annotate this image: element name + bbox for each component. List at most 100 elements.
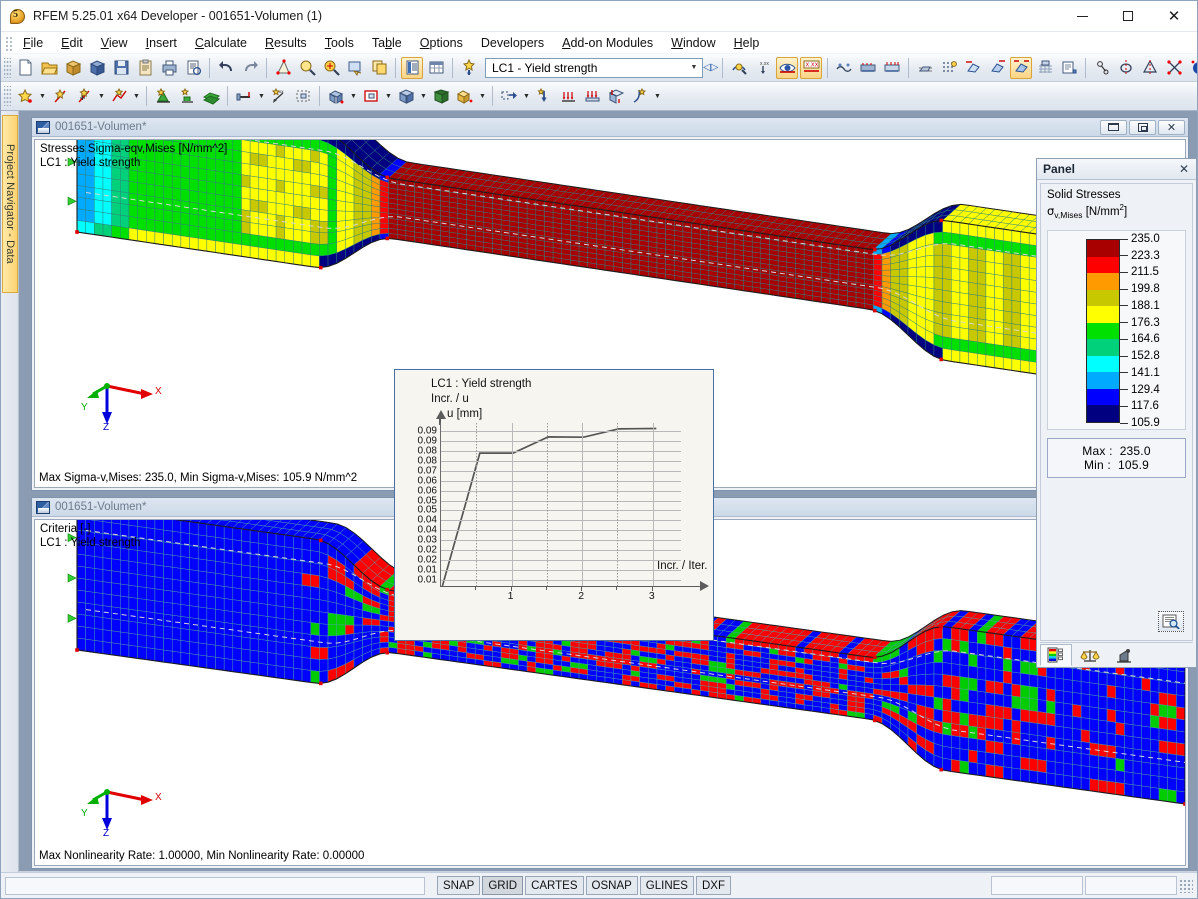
surface-icon[interactable] xyxy=(200,85,222,107)
toolbar-grip-2[interactable] xyxy=(4,86,11,106)
imperfection-icon[interactable] xyxy=(629,85,651,107)
menu-window[interactable]: Window xyxy=(662,34,724,52)
node-icon[interactable] xyxy=(14,85,36,107)
solid-block-icon[interactable] xyxy=(430,85,452,107)
view-tab[interactable] xyxy=(1108,644,1140,666)
print-preview-icon[interactable] xyxy=(158,57,180,79)
opening-icon[interactable] xyxy=(360,85,382,107)
result-numbers-icon[interactable]: X.XX xyxy=(800,57,822,79)
sections2-icon[interactable] xyxy=(881,57,903,79)
mesh-icon[interactable] xyxy=(914,57,936,79)
status-toggle-snap[interactable]: SNAP xyxy=(437,876,480,895)
solid-set-dropdown-arrow[interactable]: ▼ xyxy=(477,85,488,107)
snap-node-icon[interactable] xyxy=(1091,57,1113,79)
support-icon[interactable] xyxy=(152,85,174,107)
zoom-icon[interactable] xyxy=(296,57,318,79)
previous-loadcase-button[interactable]: ◁ xyxy=(703,58,711,78)
dim-line-icon[interactable] xyxy=(73,85,95,107)
resize-grip-icon[interactable] xyxy=(1179,879,1193,893)
zoom-scale-icon[interactable] xyxy=(1158,611,1184,632)
menu-developers[interactable]: Developers xyxy=(472,34,553,52)
save-as-package-icon[interactable] xyxy=(86,57,108,79)
opening-dropdown-arrow[interactable]: ▼ xyxy=(383,85,394,107)
connect-dropdown-arrow[interactable]: ▼ xyxy=(521,85,532,107)
save-icon[interactable] xyxy=(110,57,132,79)
results-on-icon[interactable] xyxy=(728,57,750,79)
menu-calculate[interactable]: Calculate xyxy=(186,34,256,52)
status-toggle-grid[interactable]: GRID xyxy=(482,876,523,895)
imperfection-dropdown-arrow[interactable]: ▼ xyxy=(652,85,663,107)
project-navigator-tab[interactable]: Project Navigator - Data xyxy=(2,115,18,293)
table-view-icon[interactable] xyxy=(401,57,423,79)
nodal-support-icon[interactable] xyxy=(176,85,198,107)
menu-file[interactable]: File xyxy=(14,34,52,52)
menu-edit[interactable]: Edit xyxy=(52,34,92,52)
deform-2-icon[interactable] xyxy=(986,57,1008,79)
next-loadcase-button[interactable]: ▷ xyxy=(711,58,719,78)
rotate-icon[interactable] xyxy=(1115,57,1137,79)
chevron-down-icon[interactable]: ▼ xyxy=(686,59,702,77)
print-icon[interactable] xyxy=(182,57,204,79)
solid-volume-dropdown-arrow[interactable]: ▼ xyxy=(418,85,429,107)
redo-icon[interactable] xyxy=(239,57,261,79)
member-load-icon[interactable]: xx xyxy=(268,85,290,107)
solid-icon[interactable] xyxy=(325,85,347,107)
minimize-button[interactable] xyxy=(1059,1,1105,32)
print-report-icon[interactable] xyxy=(1058,57,1080,79)
result-values-icon[interactable]: x.xx xyxy=(752,57,774,79)
convergence-chart-window[interactable]: LC1 : Yield strength Incr. / u u [mm] In… xyxy=(394,369,714,641)
dim-line-dropdown-arrow[interactable]: ▼ xyxy=(96,85,107,107)
render-model-icon[interactable] xyxy=(272,57,294,79)
status-toggle-dxf[interactable]: DXF xyxy=(696,876,731,895)
solid-set-icon[interactable] xyxy=(454,85,476,107)
color-scale-box[interactable]: 235.0223.3211.5199.8188.1176.3164.6152.8… xyxy=(1047,230,1186,430)
new-file-icon[interactable] xyxy=(14,57,36,79)
surface-load-icon[interactable] xyxy=(581,85,603,107)
member-icon[interactable] xyxy=(233,85,255,107)
select-rect-icon[interactable] xyxy=(292,85,314,107)
open-folder-icon[interactable] xyxy=(38,57,60,79)
color-scale-tab[interactable] xyxy=(1040,644,1072,666)
mirror-icon[interactable] xyxy=(1139,57,1161,79)
grid-model-icon[interactable] xyxy=(1034,57,1056,79)
load-case-select[interactable]: LC1 - Yield strength ▼ xyxy=(485,58,703,78)
scale-icon[interactable] xyxy=(1163,57,1185,79)
show-results-icon[interactable] xyxy=(776,57,798,79)
open-package-icon[interactable] xyxy=(62,57,84,79)
surfaces-icon[interactable] xyxy=(833,57,855,79)
toolbar-grip-1[interactable] xyxy=(4,58,11,78)
zoom-detail-icon[interactable] xyxy=(320,57,342,79)
menu-grip-handle[interactable] xyxy=(4,35,12,51)
connect-icon[interactable] xyxy=(498,85,520,107)
menu-tools[interactable]: Tools xyxy=(316,34,363,52)
line-load-icon[interactable] xyxy=(557,85,579,107)
load-wizard-icon[interactable] xyxy=(458,57,480,79)
table-grid-icon[interactable] xyxy=(425,57,447,79)
status-toggle-glines[interactable]: GLINES xyxy=(640,876,694,895)
viewport-top-close-button[interactable]: ✕ xyxy=(1158,120,1185,135)
status-toggle-osnap[interactable]: OSNAP xyxy=(586,876,638,895)
undo-icon[interactable] xyxy=(215,57,237,79)
line-icon[interactable] xyxy=(49,85,71,107)
deform-3-icon[interactable] xyxy=(1010,57,1032,79)
menu-table[interactable]: Table xyxy=(363,34,411,52)
viewport-top-restore-button[interactable] xyxy=(1100,120,1127,135)
member-dropdown-arrow[interactable]: ▼ xyxy=(256,85,267,107)
clipboard-icon[interactable] xyxy=(134,57,156,79)
load-node-icon[interactable] xyxy=(533,85,555,107)
menu-help[interactable]: Help xyxy=(725,34,769,52)
node-dropdown-arrow[interactable]: ▼ xyxy=(37,85,48,107)
factors-tab[interactable] xyxy=(1074,644,1106,666)
maximize-button[interactable] xyxy=(1105,1,1151,32)
info-icon[interactable]: i xyxy=(1187,57,1198,79)
sections-icon[interactable] xyxy=(857,57,879,79)
polyline-dropdown-arrow[interactable]: ▼ xyxy=(131,85,142,107)
menu-view[interactable]: View xyxy=(92,34,137,52)
panel-close-icon[interactable]: ✕ xyxy=(1176,162,1192,176)
menu-results[interactable]: Results xyxy=(256,34,316,52)
deform-1-icon[interactable] xyxy=(962,57,984,79)
solid-volume-icon[interactable] xyxy=(395,85,417,107)
viewport-top-maximize-button[interactable] xyxy=(1129,120,1156,135)
close-button[interactable]: ✕ xyxy=(1151,1,1197,32)
menu-addon-modules[interactable]: Add-on Modules xyxy=(553,34,662,52)
